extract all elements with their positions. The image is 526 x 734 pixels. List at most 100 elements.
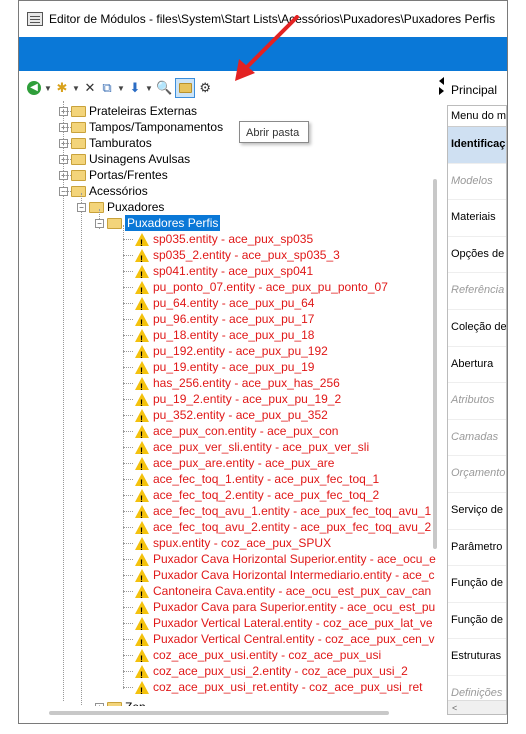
new-dropdown-icon[interactable]: ▼ [72,78,80,98]
tree-entity[interactable]: ace_fec_toq_1.entity - ace_pux_fec_toq_1 [135,471,380,491]
tree-guide-line [123,495,133,496]
tree-entity[interactable]: pu_64.entity - ace_pux_pu_64 [135,295,314,315]
tree-entity[interactable]: ace_pux_ver_sli.entity - ace_pux_ver_sli [135,439,369,459]
tree-vscroll-thumb[interactable] [433,179,437,549]
menu-row[interactable]: Serviço de [448,493,506,530]
tree-entity[interactable]: pu_352.entity - ace_pux_pu_352 [135,407,328,427]
warning-icon [135,584,149,603]
tree-entity[interactable]: sp041.entity - ace_pux_sp041 [135,263,314,283]
tree-guide-line [123,687,133,688]
menu-row[interactable]: Referência [448,273,506,310]
tree-entity[interactable]: Puxador Cava Horizontal Intermediario.en… [135,567,434,587]
tree-folder[interactable]: + Tampos/Tamponamentos [59,119,223,135]
tree-guide-line [123,351,133,352]
tree-entity[interactable]: has_256.entity - ace_pux_has_256 [135,375,340,395]
tree-entity[interactable]: coz_ace_pux_usi_ret.entity - coz_ace_pux… [135,679,423,699]
collapse-left-icon[interactable] [439,77,444,85]
menu-row[interactable]: Atributos [448,383,506,420]
module-tree[interactable]: + Prateleiras Externas + Tampos/Tamponament… [19,101,439,706]
expand-right-icon[interactable] [439,87,444,95]
tree-entity[interactable]: pu_18.entity - ace_pux_pu_18 [135,327,314,347]
tree-entity[interactable]: Puxador Cava para Superior.entity - ace_… [135,599,435,619]
back-dropdown-icon[interactable]: ▼ [44,78,52,98]
tree-folder[interactable]: − Puxadores Perfis [95,215,221,231]
warning-icon [135,408,149,427]
tree-entity[interactable]: coz_ace_pux_usi_2.entity - coz_ace_pux_u… [135,663,408,683]
copy-button[interactable]: ⧉ [100,78,114,98]
collapse-icon[interactable]: − [77,202,86,212]
menu-row[interactable]: Abertura [448,347,506,384]
menu-row[interactable]: Modelos [448,164,506,201]
tree-entity-label: ace_fec_toq_1.entity - ace_pux_fec_toq_1 [153,472,380,486]
tree-folder-label: Acessórios [89,184,148,198]
tree-entity[interactable]: ace_fec_toq_avu_2.entity - ace_pux_fec_t… [135,519,431,539]
expand-icon[interactable]: + [95,702,104,706]
copy-dropdown-icon[interactable]: ▼ [117,78,125,98]
menu-row[interactable]: Materiais [448,200,506,237]
move-down-icon: ⬇ [129,80,141,95]
tree-entity[interactable]: pu_96.entity - ace_pux_pu_17 [135,311,314,331]
tree-entity[interactable]: sp035_2.entity - ace_pux_sp035_3 [135,247,340,267]
menu-row[interactable]: Coleção de [448,310,506,347]
warning-icon [135,424,149,443]
warning-icon [135,520,149,539]
tree-entity[interactable]: Puxador Cava Horizontal Superior.entity … [135,551,436,571]
tree-entity-label: sp041.entity - ace_pux_sp041 [153,264,314,278]
menu-row[interactable]: Identificaç [448,127,506,164]
move-dropdown-icon[interactable]: ▼ [145,78,153,98]
tree-folder[interactable]: + Prateleiras Externas [59,103,197,119]
tree-guide-line [123,671,133,672]
menu-row[interactable]: Função de [448,566,506,603]
tree-folder[interactable]: − Puxadores [77,199,164,215]
tree-guide-line [123,239,133,240]
folder-icon [71,105,86,117]
warning-icon [135,344,149,363]
tree-folder[interactable]: + Usinagens Avulsas [59,151,190,167]
tree-guide-line [123,255,133,256]
tree-entity[interactable]: ace_pux_con.entity - ace_pux_con [135,423,338,443]
tree-entity[interactable]: coz_ace_pux_usi.entity - coz_ace_pux_usi [135,647,381,667]
tree-entity[interactable]: pu_ponto_07.entity - ace_pux_pu_ponto_07 [135,279,388,299]
tree-entity[interactable]: ace_fec_toq_2.entity - ace_pux_fec_toq_2 [135,487,380,507]
panel-splitter[interactable] [439,73,447,723]
folder-icon [71,169,86,181]
tree-folder[interactable]: − Acessórios [59,183,148,199]
new-button[interactable]: ✱ [55,78,69,98]
back-button[interactable]: ◀ [27,78,41,98]
tree-entity[interactable]: Puxador Vertical Lateral.entity - coz_ac… [135,615,433,635]
collapse-icon[interactable]: − [95,218,104,228]
tree-folder[interactable]: + Tamburatos [59,135,152,151]
tab-principal[interactable]: Principal [447,79,497,101]
open-folder-button[interactable] [175,78,196,98]
tree-entity[interactable]: sp035.entity - ace_pux_sp035 [135,231,313,251]
tree-entity[interactable]: spux.entity - coz_ace_pux_SPUX [135,535,331,555]
tree-hscroll-thumb[interactable] [49,711,389,715]
tree-horizontal-scrollbar[interactable] [49,709,389,717]
menu-row[interactable]: Parâmetro [448,530,506,567]
move-down-button[interactable]: ⬇ [128,78,142,98]
tree-entity[interactable]: pu_19.entity - ace_pux_pu_19 [135,359,314,379]
right-horizontal-scrollbar[interactable]: < [448,700,506,714]
tree-folder[interactable]: + Zen [95,699,146,706]
tree-entity[interactable]: Puxador Vertical Central.entity - coz_ac… [135,631,435,651]
tree-entity-label: ace_fec_toq_2.entity - ace_pux_fec_toq_2 [153,488,380,502]
tree-entity[interactable]: pu_192.entity - ace_pux_pu_192 [135,343,328,363]
tree-entity[interactable]: ace_fec_toq_avu_1.entity - ace_pux_fec_t… [135,503,431,523]
tree-entity-label: has_256.entity - ace_pux_has_256 [153,376,340,390]
tree-entity[interactable]: Cantoneira Cava.entity - ace_ocu_est_pux… [135,583,431,603]
tree-entity[interactable]: ace_pux_are.entity - ace_pux_are [135,455,334,475]
tree-folder[interactable]: + Portas/Frentes [59,167,168,183]
menu-row[interactable]: Opções de [448,237,506,274]
menu-row[interactable]: Camadas [448,420,506,457]
tree-vertical-scrollbar[interactable] [431,101,439,706]
tree-folder-label: Zen [125,699,146,706]
warning-icon [135,328,149,347]
search-button[interactable]: 🔍 [156,78,172,98]
delete-button[interactable]: ✕ [83,78,97,98]
tools-button[interactable]: ⚙ [198,78,212,98]
menu-row[interactable]: Estruturas [448,639,506,676]
tree-entity[interactable]: pu_19_2.entity - ace_pux_pu_19_2 [135,391,341,411]
menu-row[interactable]: Orçamento [448,456,506,493]
menu-row[interactable]: Função de [448,603,506,640]
warning-icon [135,280,149,299]
